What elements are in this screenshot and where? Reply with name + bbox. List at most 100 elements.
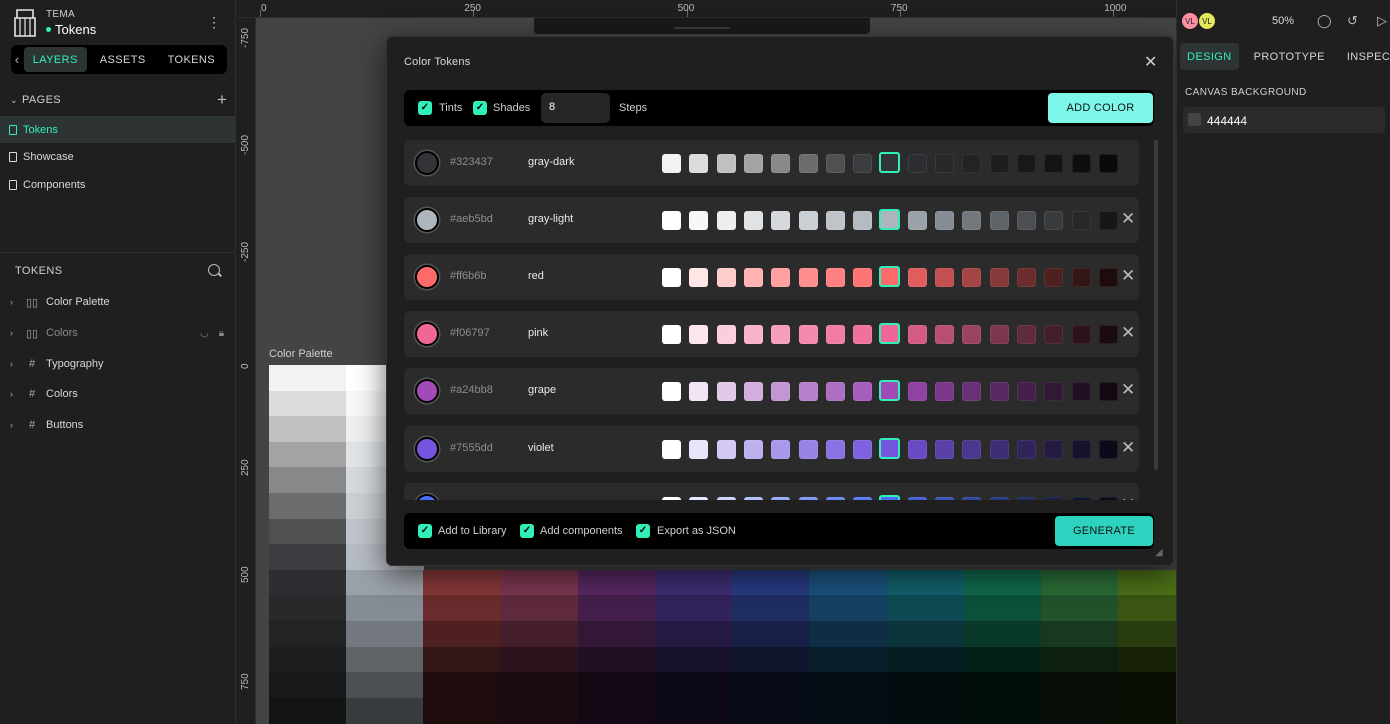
remove-color-icon[interactable]: ✕ (1121, 438, 1135, 458)
page-item-showcase[interactable]: Showcase (0, 143, 236, 170)
add-page-icon[interactable]: + (217, 90, 227, 110)
palette-cell[interactable] (1041, 697, 1119, 724)
page-item-tokens[interactable]: Tokens (0, 116, 236, 143)
project-header[interactable]: TEMA Tokens (12, 8, 96, 38)
palette-cell[interactable] (732, 672, 810, 699)
user-avatar[interactable]: VL (1181, 12, 1199, 30)
palette-cell[interactable] (1041, 595, 1119, 622)
tints-checkbox[interactable]: ✓ (418, 101, 432, 115)
shades-checkbox[interactable]: ✓ (473, 101, 487, 115)
palette-cell[interactable] (269, 595, 347, 622)
user-avatar[interactable]: VL (1198, 12, 1216, 30)
palette-cell[interactable] (732, 595, 810, 622)
palette-cell[interactable] (1041, 646, 1119, 673)
palette-cell[interactable] (500, 595, 579, 622)
color-hex[interactable]: #4c6ef5 (450, 499, 489, 500)
canvas-background-value[interactable]: 444444 (1207, 114, 1247, 128)
palette-cell[interactable] (577, 672, 656, 699)
tab-tokens[interactable]: TOKENS (159, 47, 224, 72)
tab-design[interactable]: DESIGN (1180, 43, 1239, 70)
chevron-right-icon[interactable]: › (10, 328, 20, 338)
palette-cell[interactable] (809, 621, 888, 648)
palette-cell[interactable] (809, 646, 888, 673)
palette-cell[interactable] (269, 441, 347, 468)
layer-colors[interactable]: › # Colors (0, 382, 236, 406)
color-picker-swatch[interactable] (415, 379, 439, 404)
more-menu-icon[interactable]: ⋮ (207, 15, 221, 29)
palette-cell[interactable] (963, 569, 1042, 596)
chevron-right-icon[interactable]: › (10, 359, 20, 369)
palette-cell[interactable] (577, 621, 656, 648)
color-name[interactable]: gray-dark (528, 156, 574, 168)
color-name[interactable]: indigo (528, 499, 557, 500)
palette-cell[interactable] (423, 672, 502, 699)
palette-cell[interactable] (269, 697, 347, 724)
palette-cell[interactable] (732, 697, 810, 724)
palette-cell[interactable] (1041, 672, 1119, 699)
canvas-drag-handle[interactable] (534, 18, 870, 34)
chevron-right-icon[interactable]: › (10, 297, 20, 307)
tab-inspect[interactable]: INSPECT (1340, 43, 1390, 70)
remove-color-icon[interactable]: ✕ (1121, 323, 1135, 343)
color-picker-swatch[interactable] (415, 322, 439, 347)
remove-color-icon[interactable]: ✕ (1121, 266, 1135, 286)
page-item-components[interactable]: Components (0, 171, 236, 198)
palette-cell[interactable] (269, 365, 347, 392)
palette-cell[interactable] (886, 595, 965, 622)
color-name[interactable]: red (528, 270, 544, 282)
add-color-button[interactable]: ADD COLOR (1048, 93, 1153, 123)
palette-cell[interactable] (346, 672, 424, 699)
color-hex[interactable]: #f06797 (450, 327, 490, 339)
remove-color-icon[interactable]: ✕ (1121, 380, 1135, 400)
layer-typography[interactable]: › # Typography (0, 352, 236, 376)
palette-cell[interactable] (963, 697, 1042, 724)
color-picker-swatch[interactable] (415, 493, 439, 500)
palette-cell[interactable] (809, 697, 888, 724)
palette-cell[interactable] (655, 569, 733, 596)
color-hex[interactable]: #a24bb8 (450, 384, 493, 396)
pages-header[interactable]: ⌄ PAGES (10, 94, 61, 106)
chevron-right-icon[interactable]: › (10, 420, 20, 430)
comments-icon[interactable]: ◯ (1317, 13, 1332, 29)
palette-cell[interactable] (423, 621, 502, 648)
palette-cell[interactable] (269, 672, 347, 699)
add-components-checkbox[interactable]: ✓ (520, 524, 534, 538)
palette-cell[interactable] (732, 569, 810, 596)
palette-cell[interactable] (269, 493, 347, 520)
palette-cell[interactable] (577, 697, 656, 724)
color-row-pink[interactable]: #f06797 pink ✕ (404, 311, 1139, 358)
steps-input[interactable]: 8 (541, 93, 610, 123)
layer-buttons[interactable]: › # Buttons (0, 413, 236, 437)
palette-cell[interactable] (423, 697, 502, 724)
canvas-background-field[interactable]: 444444 (1183, 107, 1385, 133)
palette-cell[interactable] (500, 569, 579, 596)
color-hex[interactable]: #ff6b6b (450, 270, 487, 282)
color-rows-list[interactable]: #323437 gray-dark #aeb5bd gray-light ✕ #ff6b6… (404, 140, 1154, 500)
color-row-red[interactable]: #ff6b6b red ✕ (404, 254, 1139, 301)
color-name[interactable]: gray-light (528, 213, 573, 225)
palette-cell[interactable] (655, 672, 733, 699)
palette-cell[interactable] (1041, 569, 1119, 596)
palette-cell[interactable] (1041, 621, 1119, 648)
palette-cell[interactable] (346, 621, 424, 648)
palette-cell[interactable] (269, 621, 347, 648)
color-name[interactable]: violet (528, 442, 554, 454)
palette-cell[interactable] (346, 697, 424, 724)
palette-cell[interactable] (500, 672, 579, 699)
color-hex[interactable]: #7555dd (450, 442, 493, 454)
palette-cell[interactable] (500, 621, 579, 648)
palette-cell[interactable] (963, 595, 1042, 622)
palette-cell[interactable] (963, 621, 1042, 648)
color-row-indigo[interactable]: #4c6ef5 indigo ✕ (404, 482, 1139, 500)
export-json-checkbox[interactable]: ✓ (636, 524, 650, 538)
color-picker-swatch[interactable] (415, 265, 439, 290)
hidden-eye-icon[interactable]: ◡ (200, 328, 209, 339)
tab-layers[interactable]: LAYERS (23, 47, 87, 72)
palette-cell[interactable] (346, 595, 424, 622)
palette-cell[interactable] (577, 569, 656, 596)
palette-cell[interactable] (269, 467, 347, 494)
remove-color-icon[interactable]: ✕ (1121, 209, 1135, 229)
add-to-library-checkbox[interactable]: ✓ (418, 524, 432, 538)
palette-cell[interactable] (655, 646, 733, 673)
palette-cell[interactable] (423, 646, 502, 673)
